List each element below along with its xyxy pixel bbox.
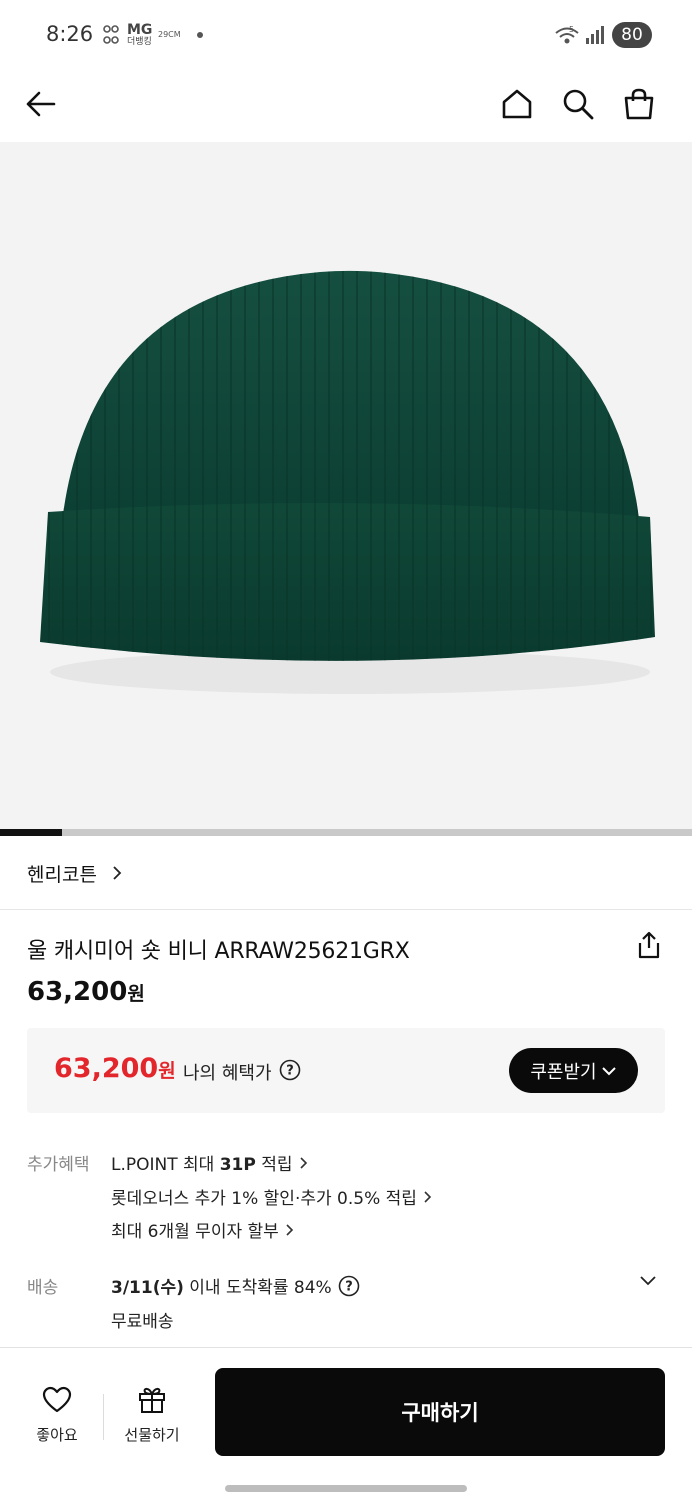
svg-text:?: ? (286, 1064, 294, 1079)
gift-label: 선물하기 (124, 1426, 180, 1444)
help-icon[interactable]: ? (338, 1275, 360, 1297)
gift-icon (139, 1387, 165, 1413)
benefit-price: 63,200원 (54, 1053, 176, 1084)
notification-app-icon (103, 25, 119, 44)
product-image[interactable] (0, 142, 692, 830)
top-navigation (0, 70, 692, 142)
signal-icon (586, 26, 604, 44)
help-icon[interactable]: ? (279, 1059, 301, 1081)
delivery-estimate: 3/11(수) 이내 도착확률 84% ? (111, 1273, 360, 1298)
free-shipping: 무료배송 (111, 1312, 174, 1332)
like-label: 좋아요 (36, 1426, 78, 1444)
search-icon[interactable] (558, 84, 598, 124)
coupon-button[interactable]: 쿠폰받기 (509, 1048, 638, 1093)
share-icon[interactable] (634, 930, 664, 964)
beanie-image (40, 270, 655, 694)
status-bar: 8:26 MG 더뱅킹 29CM 5 80 (0, 0, 692, 70)
chevron-down-icon (601, 1066, 616, 1075)
benefit-line-installment[interactable]: 최대 6개월 무이자 할부 (111, 1217, 294, 1242)
heart-icon (42, 1386, 72, 1413)
benefit-price-label: 나의 혜택가 (183, 1063, 272, 1084)
chevron-right-icon (299, 1156, 307, 1169)
bottom-action-bar: 좋아요 선물하기 구매하기 (0, 1347, 692, 1500)
brand-link[interactable]: 헨리코튼 (0, 836, 692, 910)
more-notifications-dot (197, 32, 203, 38)
divider (103, 1394, 104, 1440)
svg-text:5: 5 (569, 25, 574, 34)
benefit-price-box: 63,200원 나의 혜택가 ? 쿠폰받기 (27, 1028, 665, 1113)
chevron-right-icon (286, 1223, 293, 1236)
like-button[interactable]: 좋아요 (28, 1386, 86, 1445)
benefit-line-lotte-owners[interactable]: 롯데오너스 추가 1% 할인·추가 0.5% 적립 (111, 1184, 432, 1209)
29cm-icon: 29CM (158, 30, 181, 39)
home-icon[interactable] (497, 84, 537, 124)
chevron-right-icon (424, 1190, 432, 1203)
battery-icon: 80 (612, 22, 652, 48)
shopping-bag-icon[interactable] (619, 84, 659, 124)
brand-name: 헨리코튼 (27, 864, 97, 886)
mg-bank-icon: MG 더뱅킹 (127, 22, 153, 47)
image-carousel-progress (0, 829, 692, 836)
status-time: 8:26 (46, 22, 94, 46)
svg-text:?: ? (345, 1279, 353, 1294)
product-price: 63,200원 (27, 977, 145, 1007)
image-carousel-progress-fill (0, 829, 63, 836)
benefit-line-lpoint[interactable]: L.POINT 최대 31P 적립 (111, 1150, 308, 1175)
delivery-label: 배송 (27, 1278, 59, 1298)
buy-button[interactable]: 구매하기 (215, 1368, 665, 1456)
wifi-icon: 5 (555, 25, 579, 44)
home-indicator[interactable] (225, 1485, 467, 1492)
extra-benefits-label: 추가혜택 (27, 1155, 90, 1175)
gift-button[interactable]: 선물하기 (116, 1384, 188, 1445)
product-title: 울 캐시미어 숏 비니 ARRAW25621GRX (27, 939, 410, 964)
chevron-down-icon[interactable] (638, 1274, 658, 1288)
back-icon[interactable] (20, 84, 60, 124)
chevron-right-icon (113, 866, 122, 880)
